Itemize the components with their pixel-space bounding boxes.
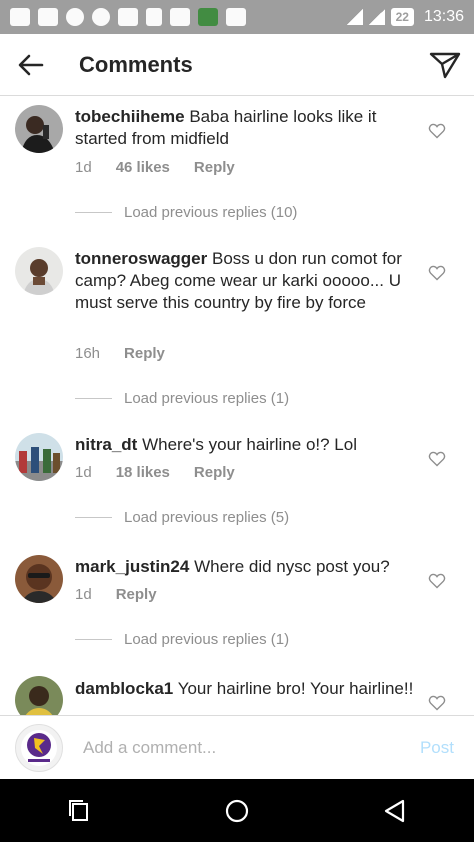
- comment-meta: 1d 18 likes Reply: [75, 464, 235, 481]
- my-avatar: [15, 723, 63, 772]
- status-time: 13:36: [423, 8, 464, 25]
- comment-meta: 1d Reply: [75, 586, 157, 603]
- avatar-image: [15, 105, 63, 153]
- load-replies[interactable]: Load previous replies (10): [75, 204, 297, 221]
- divider: [75, 517, 112, 518]
- reply-button[interactable]: Reply: [194, 159, 235, 176]
- load-replies[interactable]: Load previous replies (1): [75, 390, 289, 407]
- reply-button[interactable]: Reply: [116, 586, 157, 603]
- load-replies-label[interactable]: Load previous replies (5): [124, 509, 289, 526]
- comment-username[interactable]: damblocka1: [75, 679, 173, 698]
- comment-text: damblocka1 Your hairline bro! Your hairl…: [75, 678, 415, 700]
- divider: [75, 639, 112, 640]
- load-replies[interactable]: Load previous replies (1): [75, 631, 289, 648]
- battery-icon: 22: [390, 8, 414, 26]
- comment-time: 16h: [75, 345, 101, 362]
- comment-time: 1d: [75, 464, 92, 481]
- avatar-image: [15, 247, 63, 295]
- comment-meta: 16h Reply: [75, 345, 165, 362]
- heart-icon[interactable]: [428, 450, 446, 468]
- avatar[interactable]: [15, 433, 63, 481]
- load-replies[interactable]: Load previous replies (5): [75, 509, 289, 526]
- signal-icon: [368, 9, 385, 25]
- header: Comments: [0, 34, 474, 96]
- avatar-image: [15, 676, 63, 715]
- system-back-button[interactable]: [365, 786, 425, 836]
- reply-button[interactable]: Reply: [194, 464, 235, 481]
- page-title: Comments: [79, 51, 193, 77]
- avatar[interactable]: [15, 676, 63, 715]
- avatar[interactable]: [15, 247, 63, 295]
- comment-username[interactable]: mark_justin24: [75, 557, 189, 576]
- paper-plane-icon: [429, 52, 461, 78]
- reply-button[interactable]: Reply: [124, 345, 165, 362]
- comment-username[interactable]: tonneroswagger: [75, 249, 207, 268]
- divider: [75, 398, 112, 399]
- app-icon: [198, 8, 218, 26]
- comment-username[interactable]: tobechiiheme: [75, 107, 185, 126]
- comment-text: mark_justin24 Where did nysc post you?: [75, 556, 415, 578]
- comment-meta: 1d 46 likes Reply: [75, 159, 235, 176]
- alert-icon: [146, 8, 162, 26]
- mail-icon: [226, 8, 246, 26]
- avatar[interactable]: [15, 555, 63, 603]
- comment-text: tobechiiheme Baba hairline looks like it…: [75, 106, 415, 150]
- recents-icon: [69, 799, 88, 821]
- comment-text: nitra_dt Where's your hairline o!? Lol: [75, 434, 415, 456]
- comment-likes[interactable]: 18 likes: [116, 464, 170, 481]
- chat-icon: [170, 8, 190, 26]
- back-icon: [384, 799, 405, 822]
- opera-icon: [92, 8, 110, 26]
- home-button[interactable]: [207, 786, 267, 836]
- post-button[interactable]: Post: [420, 738, 454, 758]
- comment-list[interactable]: tobechiiheme Baba hairline looks like it…: [0, 97, 474, 715]
- comment-time: 1d: [75, 586, 92, 603]
- home-icon: [225, 799, 249, 822]
- share-button[interactable]: [416, 34, 474, 96]
- heart-icon[interactable]: [428, 572, 446, 590]
- comment-body: Your hairline bro! Your hairline!!: [177, 679, 414, 698]
- comment-input[interactable]: [83, 737, 383, 758]
- avatar-image: [15, 433, 63, 481]
- comment-likes[interactable]: 46 likes: [116, 159, 170, 176]
- comment-body: Where's your hairline o!? Lol: [142, 435, 357, 454]
- comment-time: 1d: [75, 159, 92, 176]
- back-button[interactable]: [0, 34, 62, 96]
- arrow-left-icon: [18, 54, 44, 75]
- status-right: 22 13:36: [346, 8, 464, 26]
- facebook-icon: [118, 8, 138, 26]
- g-icon: [66, 8, 84, 26]
- notification-icons: [10, 8, 246, 26]
- status-bar: 22 13:36: [0, 0, 474, 34]
- navigation-bar: [0, 779, 474, 842]
- avatar[interactable]: [15, 105, 63, 153]
- heart-icon[interactable]: [428, 264, 446, 282]
- screenshot-icon: [38, 8, 58, 26]
- heart-icon[interactable]: [428, 122, 446, 140]
- signal-icon: [346, 9, 363, 25]
- heart-icon[interactable]: [428, 694, 446, 712]
- comment-text: tonneroswagger Boss u don run comot for …: [75, 248, 415, 314]
- load-replies-label[interactable]: Load previous replies (1): [124, 390, 289, 407]
- avatar-image: [15, 555, 63, 603]
- message-icon: [10, 8, 30, 26]
- load-replies-label[interactable]: Load previous replies (10): [124, 204, 297, 221]
- comment-body: Where did nysc post you?: [194, 557, 390, 576]
- divider: [75, 212, 112, 213]
- profile-logo-icon: [21, 729, 57, 766]
- comment-username[interactable]: nitra_dt: [75, 435, 137, 454]
- recents-button[interactable]: [49, 786, 109, 836]
- add-comment-bar: Post: [0, 715, 474, 779]
- load-replies-label[interactable]: Load previous replies (1): [124, 631, 289, 648]
